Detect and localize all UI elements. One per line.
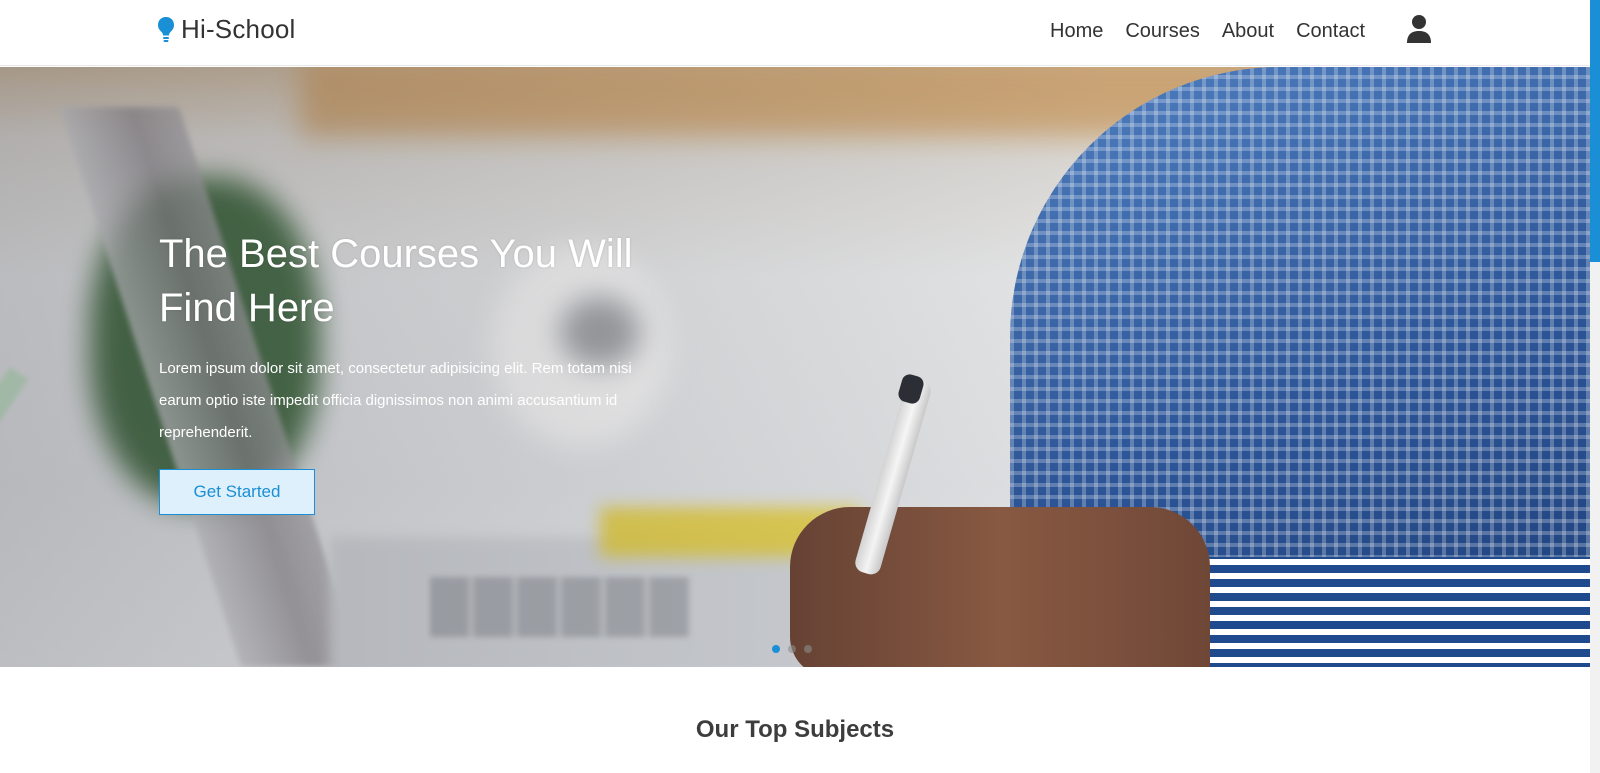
hero-title: The Best Courses You Will Find Here (159, 232, 633, 330)
nav-link-about[interactable]: About (1222, 18, 1274, 44)
lightbulb-icon (158, 16, 174, 42)
hero-content: The Best Courses You Will Find Here Lore… (159, 227, 659, 515)
navbar: Hi-School Home Courses About Contact (0, 0, 1590, 66)
brand-logo[interactable]: Hi-School (157, 14, 296, 45)
main-nav: Home Courses About Contact (1050, 18, 1365, 44)
page-scrollbar[interactable] (1590, 0, 1600, 773)
carousel-dot-3[interactable] (804, 645, 812, 653)
carousel-dot-1[interactable] (772, 645, 780, 653)
section-title: Our Top Subjects (695, 716, 895, 743)
nav-link-home[interactable]: Home (1050, 18, 1103, 44)
nav-link-contact[interactable]: Contact (1296, 18, 1365, 44)
carousel-indicators (772, 645, 812, 653)
brand-name: Hi-School (181, 14, 296, 44)
user-icon[interactable] (1406, 14, 1432, 44)
get-started-button[interactable]: Get Started (159, 469, 315, 515)
hero-description: Lorem ipsum dolor sit amet, consectetur … (159, 360, 632, 441)
scrollbar-thumb[interactable] (1590, 0, 1600, 262)
hero-carousel: The Best Courses You Will Find Here Lore… (0, 67, 1590, 667)
carousel-dot-2[interactable] (788, 645, 796, 653)
nav-link-courses[interactable]: Courses (1125, 18, 1199, 44)
